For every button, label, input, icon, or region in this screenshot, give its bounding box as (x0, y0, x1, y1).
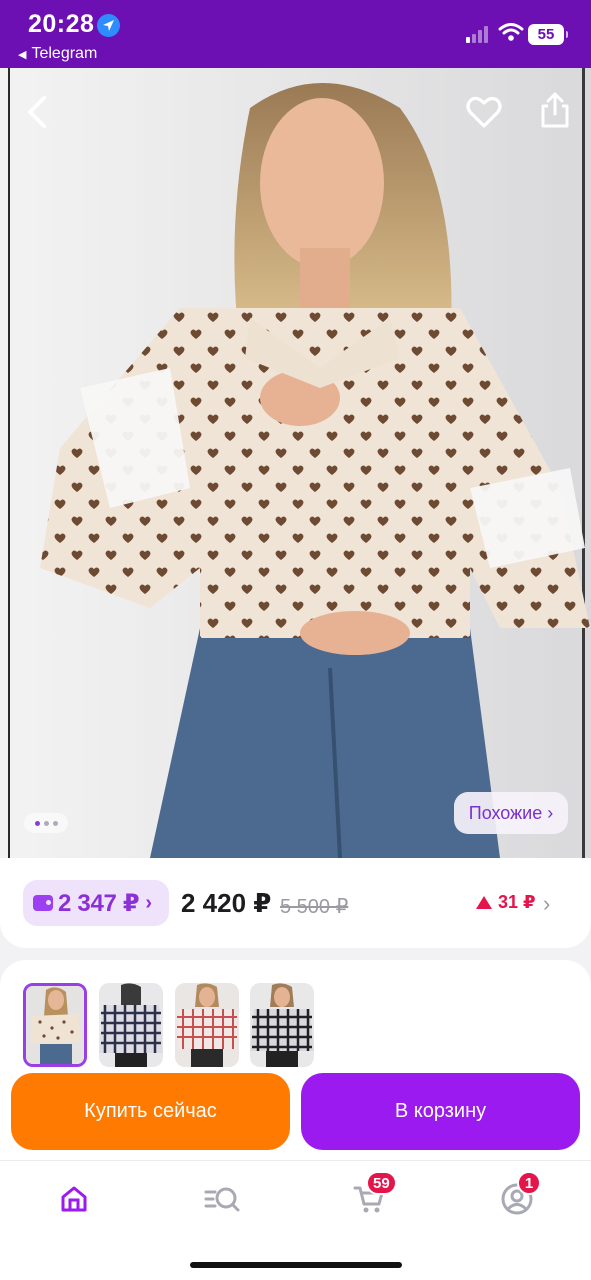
back-button[interactable] (20, 92, 56, 132)
wifi-icon (498, 22, 524, 47)
tab-catalog[interactable] (200, 1177, 244, 1221)
add-to-cart-button[interactable]: В корзину (301, 1073, 580, 1150)
battery-indicator: 55 (528, 24, 568, 45)
profile-badge: 1 (517, 1171, 541, 1195)
catalog-search-icon (204, 1187, 240, 1212)
current-price: 2 420 ₽ (181, 888, 272, 918)
product-photo (0, 68, 591, 858)
wallet-icon (33, 895, 53, 911)
similar-products-button[interactable]: Похожие › (454, 792, 568, 834)
back-app-label: Telegram (31, 45, 98, 62)
status-bar: 20:28 ◀ Telegram 55 (0, 0, 591, 68)
price-section: 2 347 ₽ › 2 420 ₽ 5 500 ₽ 31 ₽ › (0, 858, 591, 948)
product-image-gallery[interactable]: Похожие › (0, 68, 591, 858)
chevron-right-icon[interactable]: › (543, 891, 550, 917)
old-price: 5 500 ₽ (280, 896, 349, 918)
variant-thumb-beige-hearts[interactable] (23, 983, 87, 1067)
tab-home[interactable] (52, 1177, 96, 1221)
share-icon (541, 92, 569, 128)
price-change-value: 31 ₽ (498, 892, 536, 912)
product-page: 20:28 ◀ Telegram 55 Похожие › 2 347 ₽ › … (0, 0, 591, 1280)
cellular-signal-icon (466, 25, 492, 43)
location-icon (97, 14, 120, 37)
gallery-pagination (24, 813, 68, 833)
home-icon (61, 1186, 87, 1212)
arrow-up-icon (476, 896, 492, 909)
status-time: 20:28 (28, 10, 95, 38)
wallet-price: 2 347 ₽ (58, 889, 140, 917)
share-button[interactable] (537, 90, 573, 130)
variant-thumb-black-plaid[interactable] (250, 983, 314, 1067)
buy-now-button[interactable]: Купить сейчас (11, 1073, 290, 1150)
chevron-right-icon: › (145, 891, 152, 914)
price-change[interactable]: 31 ₽ (476, 892, 536, 913)
variant-thumb-navy-plaid[interactable] (99, 983, 163, 1067)
wallet-price-pill[interactable]: 2 347 ₽ › (23, 880, 169, 926)
home-indicator (190, 1262, 402, 1268)
chevron-left-icon (28, 96, 46, 128)
variant-thumb-red-plaid[interactable] (175, 983, 239, 1067)
back-to-app-link[interactable]: ◀ Telegram (18, 45, 97, 63)
heart-icon (466, 96, 502, 128)
favorite-button[interactable] (464, 92, 504, 132)
cart-badge: 59 (366, 1171, 397, 1195)
